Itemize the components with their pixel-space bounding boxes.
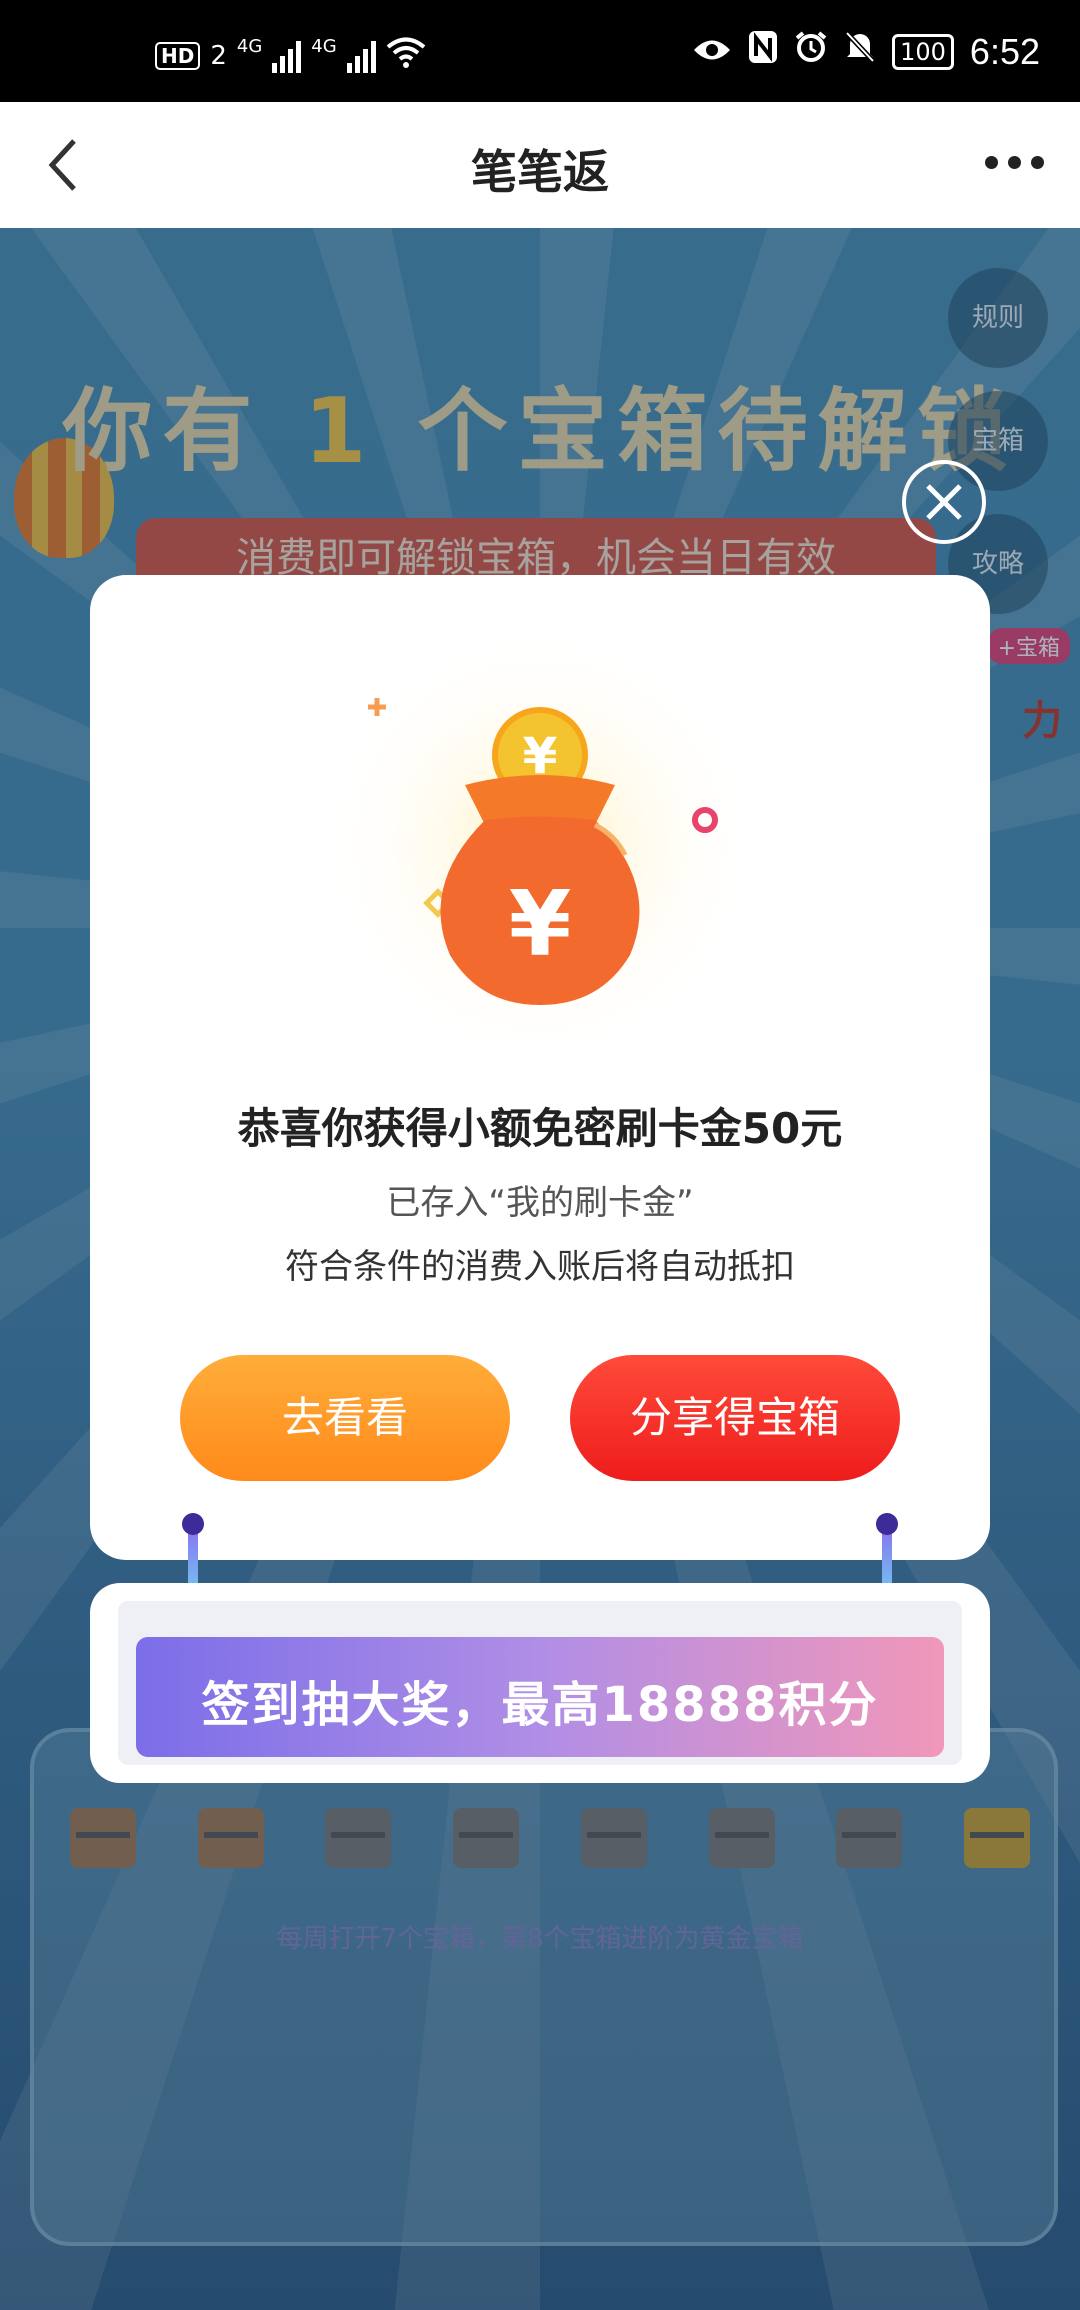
signal-icon [272, 39, 302, 73]
clock: 6:52 [969, 30, 1040, 72]
wifi-icon [386, 36, 426, 75]
status-left: HD 2 4G 4G [155, 36, 426, 75]
alarm-icon [794, 30, 828, 73]
signal-icon-2 [346, 39, 376, 73]
eye-icon [692, 32, 732, 72]
reward-subtext-1: 已存入“我的刷卡金” [386, 1183, 694, 1223]
network-type-2: 4G [311, 36, 337, 57]
money-bag-illustration: ¥ ¥ [310, 625, 770, 1085]
promo-banner-text: 签到抽大奖，最高18888积分 [201, 1677, 879, 1733]
reward-subtext-2: 符合条件的消费入账后将自动抵扣 [285, 1247, 795, 1287]
network-type-1: 4G [236, 36, 263, 57]
status-right: 100 6:52 [692, 30, 1040, 73]
promo-banner-card: 签到抽大奖，最高18888积分 [90, 1583, 990, 1783]
svg-text:¥: ¥ [509, 872, 572, 977]
battery-icon: 100 [892, 33, 954, 70]
mute-icon [844, 30, 876, 73]
hd-icon: HD [155, 41, 201, 70]
close-button[interactable] [902, 460, 986, 544]
nav-bar: 笔笔返 [0, 102, 1080, 228]
status-bar: HD 2 4G 4G 100 6:52 [0, 0, 1080, 102]
money-bag-icon: ¥ ¥ [320, 625, 760, 1065]
page-title: 笔笔返 [471, 145, 609, 199]
reward-dialog: ¥ ¥ 恭喜你获得小额免密刷卡金50元 已存入“我的刷卡金” 符合条件的消费入账… [90, 575, 990, 1560]
more-icon[interactable] [985, 156, 1044, 169]
view-button[interactable]: 去看看 [180, 1355, 510, 1481]
sim-indicator: 2 [210, 40, 227, 71]
share-for-chest-button[interactable]: 分享得宝箱 [570, 1355, 900, 1481]
promo-banner[interactable]: 签到抽大奖，最高18888积分 [136, 1637, 944, 1757]
close-icon [926, 484, 962, 520]
nfc-icon [748, 30, 778, 73]
reward-headline: 恭喜你获得小额免密刷卡金50元 [237, 1104, 843, 1153]
